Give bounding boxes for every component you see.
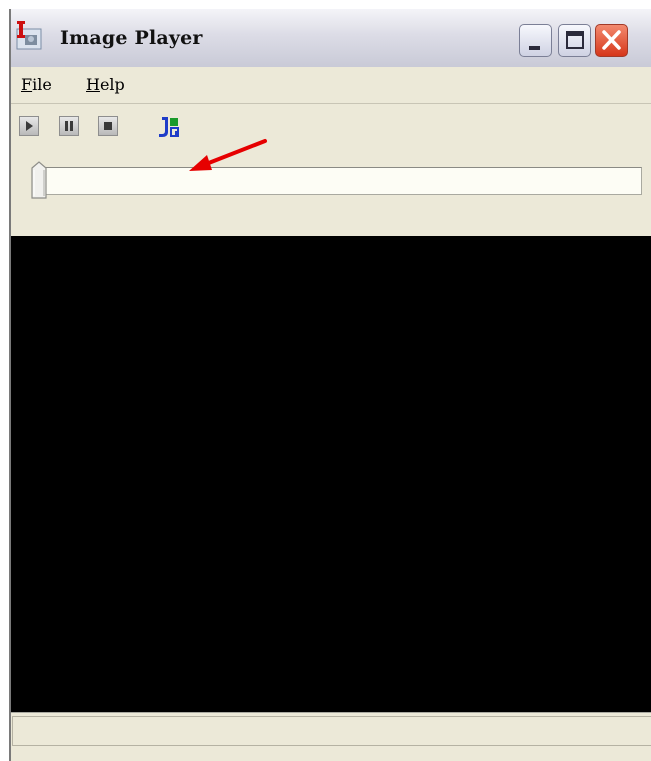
menu-file-mnemonic: F bbox=[21, 75, 33, 94]
image-player-app-icon[interactable] bbox=[15, 21, 45, 53]
seek-slider-thumb[interactable] bbox=[31, 161, 47, 199]
status-panel bbox=[12, 716, 651, 746]
seek-slider-area bbox=[11, 152, 651, 236]
minimize-icon bbox=[529, 46, 540, 50]
menu-file[interactable]: File bbox=[21, 75, 52, 94]
menu-file-label: ile bbox=[32, 75, 52, 94]
close-button[interactable] bbox=[595, 24, 628, 57]
stop-icon bbox=[104, 122, 112, 130]
video-display-area bbox=[11, 236, 651, 712]
menu-help-mnemonic: H bbox=[86, 75, 100, 94]
image-player-window: Image Player File Help bbox=[9, 9, 651, 761]
play-icon bbox=[26, 121, 33, 131]
title-bar[interactable]: Image Player bbox=[11, 9, 651, 68]
toolbar bbox=[11, 104, 651, 152]
minimize-button[interactable] bbox=[519, 24, 552, 57]
jpg-export-icon[interactable] bbox=[158, 115, 188, 139]
close-icon bbox=[602, 30, 621, 50]
pause-icon bbox=[65, 121, 73, 131]
menu-bar: File Help bbox=[11, 67, 651, 104]
pause-button[interactable] bbox=[59, 116, 79, 136]
seek-slider-track[interactable] bbox=[32, 167, 642, 195]
status-bar bbox=[11, 712, 651, 753]
window-title: Image Player bbox=[60, 27, 203, 49]
annotation-arrow-icon bbox=[189, 139, 267, 171]
maximize-button[interactable] bbox=[558, 24, 591, 57]
stop-button[interactable] bbox=[98, 116, 118, 136]
menu-help[interactable]: Help bbox=[86, 75, 125, 94]
menu-help-label: elp bbox=[99, 75, 125, 94]
play-button[interactable] bbox=[19, 116, 39, 136]
maximize-icon bbox=[566, 31, 584, 49]
